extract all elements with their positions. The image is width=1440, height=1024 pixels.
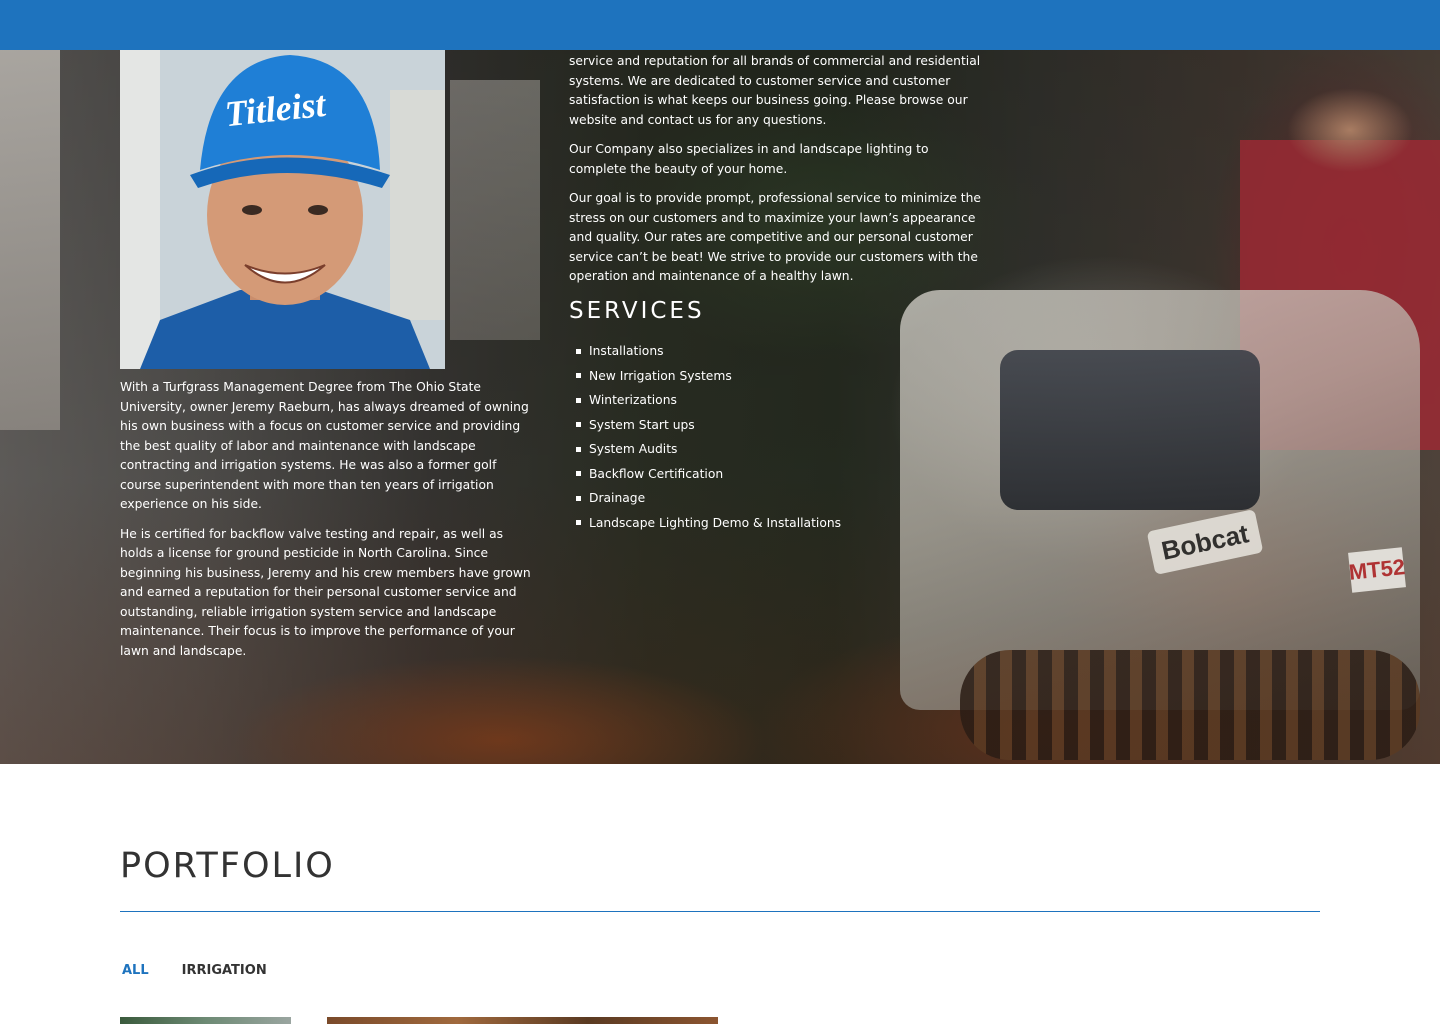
machine-seat bbox=[1000, 350, 1260, 510]
bullet-icon bbox=[576, 397, 581, 403]
service-item: Drainage bbox=[576, 486, 841, 511]
bullet-icon bbox=[576, 520, 581, 526]
service-label: Drainage bbox=[589, 491, 646, 506]
filter-all[interactable]: ALL bbox=[122, 963, 149, 978]
services-heading: SERVICES bbox=[569, 298, 705, 324]
service-label: System Start ups bbox=[589, 417, 695, 432]
about-paragraph-3: Our goal is to provide prompt, professio… bbox=[569, 191, 981, 283]
bullet-icon bbox=[576, 495, 581, 501]
services-list: Installations New Irrigation Systems Win… bbox=[576, 339, 841, 535]
portfolio-filters: ALL IRRIGATION bbox=[122, 963, 267, 978]
machine-code: MT52 bbox=[1348, 547, 1406, 593]
house-column bbox=[0, 50, 60, 430]
service-item: Installations bbox=[576, 339, 841, 364]
service-item: New Irrigation Systems bbox=[576, 364, 841, 389]
owner-bio: With a Turfgrass Management Degree from … bbox=[120, 378, 538, 671]
bullet-icon bbox=[576, 471, 581, 477]
filter-irrigation[interactable]: IRRIGATION bbox=[182, 963, 267, 978]
owner-portrait-image: Titleist bbox=[120, 50, 445, 369]
portfolio-divider bbox=[120, 911, 1320, 912]
machine-tracks bbox=[960, 650, 1420, 760]
service-label: Landscape Lighting Demo & Installations bbox=[589, 515, 842, 530]
portrait-illustration: Titleist bbox=[120, 50, 445, 369]
top-header-bar bbox=[0, 0, 1440, 50]
house-wall bbox=[450, 80, 540, 340]
about-paragraph-2: Our Company also specializes in and land… bbox=[569, 142, 929, 176]
bio-paragraph-1: With a Turfgrass Management Degree from … bbox=[120, 380, 529, 511]
about-paragraph-1: service and reputation for all brands of… bbox=[569, 54, 981, 127]
company-about: service and reputation for all brands of… bbox=[569, 52, 984, 297]
service-item: Backflow Certification bbox=[576, 462, 841, 487]
service-item: Winterizations bbox=[576, 388, 841, 413]
bio-paragraph-2: He is certified for backflow valve testi… bbox=[120, 526, 531, 658]
portfolio-heading: PORTFOLIO bbox=[120, 846, 335, 886]
portfolio-thumbnail[interactable] bbox=[327, 1017, 718, 1024]
service-label: Installations bbox=[589, 344, 664, 359]
service-item: System Start ups bbox=[576, 413, 841, 438]
bullet-icon bbox=[576, 348, 581, 354]
service-label: Backflow Certification bbox=[589, 466, 724, 481]
bullet-icon bbox=[576, 422, 581, 428]
bullet-icon bbox=[576, 373, 581, 379]
bullet-icon bbox=[576, 446, 581, 452]
service-label: New Irrigation Systems bbox=[589, 368, 732, 383]
service-label: Winterizations bbox=[589, 393, 677, 408]
service-item: Landscape Lighting Demo & Installations bbox=[576, 511, 841, 536]
service-item: System Audits bbox=[576, 437, 841, 462]
portfolio-thumbnail[interactable] bbox=[120, 1017, 291, 1024]
service-label: System Audits bbox=[589, 442, 678, 457]
